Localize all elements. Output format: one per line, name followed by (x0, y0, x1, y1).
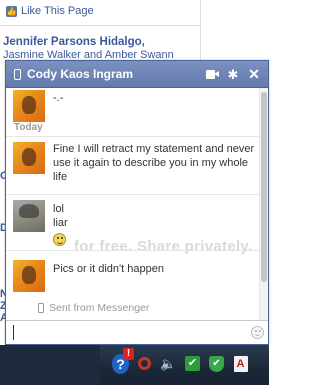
avatar[interactable] (13, 90, 45, 122)
emoticon-picker-icon[interactable] (251, 326, 264, 339)
mobile-phone-icon (14, 68, 21, 80)
message-line: liar (53, 217, 68, 229)
message-text: -.- (53, 92, 64, 104)
chat-conversation[interactable]: -.- Today Fine I will retract my stateme… (6, 88, 268, 320)
sent-from-label: Sent from Messenger (49, 302, 150, 314)
avatar[interactable] (13, 142, 45, 174)
smiley-icon (53, 232, 66, 246)
divider (6, 136, 259, 137)
text-cursor (13, 325, 14, 340)
chat-header[interactable]: Cody Kaos Ingram ✱ ✕ (6, 61, 268, 88)
sent-from-messenger: Sent from Messenger (38, 302, 149, 314)
chat-window: Cody Kaos Ingram ✱ ✕ -.- Today Fine I wi… (5, 60, 269, 345)
taskbar: ?! 🔈 ✔ ✔ A (0, 345, 269, 385)
message: Pics or it didn't happen (13, 260, 256, 292)
message: Fine I will retract my statement and nev… (13, 142, 256, 184)
divider (6, 250, 259, 251)
like-page-link[interactable]: 👍 Like This Page (6, 4, 94, 18)
system-tray: ?! 🔈 ✔ ✔ A (112, 347, 249, 374)
divider (6, 194, 259, 195)
settings-gear-icon[interactable]: ✱ (225, 66, 241, 82)
red-ring-icon[interactable] (136, 355, 153, 372)
like-page-label: Like This Page (21, 5, 94, 17)
message-text: Fine I will retract my statement and nev… (53, 143, 255, 183)
mobile-phone-icon (38, 303, 44, 313)
message: -.- (13, 90, 256, 122)
pdf-icon[interactable]: A (232, 355, 249, 372)
person-name-link[interactable]: Jennifer Parsons Hidalgo, (3, 36, 145, 48)
shield-icon[interactable]: ✔ (208, 355, 225, 372)
chat-scrollbar[interactable] (259, 88, 268, 320)
like-thumb-icon: 👍 (6, 5, 17, 17)
scrollbar-thumb[interactable] (261, 92, 267, 282)
message-text: Pics or it didn't happen (53, 263, 164, 275)
divider (200, 0, 201, 62)
help-icon[interactable]: ?! (112, 347, 134, 374)
message-text-group: lol liar (53, 200, 68, 246)
green-check-icon[interactable]: ✔ (184, 355, 201, 372)
avatar[interactable] (13, 260, 45, 292)
message-input[interactable] (6, 320, 268, 344)
avatar[interactable] (13, 200, 45, 232)
speaker-icon[interactable]: 🔈 (160, 355, 177, 372)
date-separator: Today (14, 122, 43, 133)
chat-title[interactable]: Cody Kaos Ingram (27, 67, 199, 81)
video-call-icon[interactable] (204, 66, 220, 82)
divider (0, 25, 200, 26)
watermark: for free. Share privately. (74, 238, 253, 255)
close-icon[interactable]: ✕ (246, 66, 262, 82)
message-line: lol (53, 203, 65, 215)
alert-icon: ! (123, 347, 134, 360)
taskbar-empty-area (0, 345, 100, 385)
